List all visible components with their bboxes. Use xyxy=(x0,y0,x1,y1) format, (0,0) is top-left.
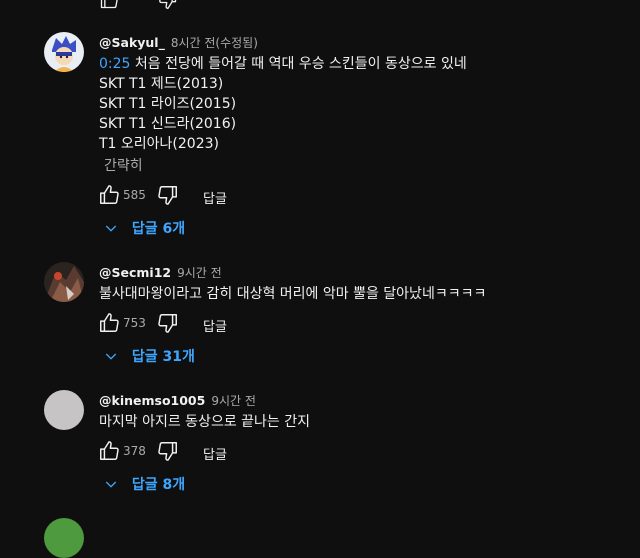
comment-line: SKT T1 제드(2013) xyxy=(99,76,224,92)
comment-line: SKT T1 라이즈(2015) xyxy=(99,96,237,112)
avatar[interactable] xyxy=(44,32,84,72)
comment-header: @kinemso1005 9시간 전 xyxy=(99,392,256,409)
chevron-down-icon xyxy=(105,353,117,360)
reply-button[interactable]: 답글 xyxy=(203,444,227,463)
comment-text: 불사대마왕이라고 감히 대상혁 머리에 악마 뿔을 달아났네ㅋㅋㅋㅋ xyxy=(99,284,486,304)
like-count: 585 xyxy=(123,188,146,202)
dislike-icon[interactable] xyxy=(157,312,179,338)
chevron-down-icon xyxy=(105,481,117,488)
comment-time[interactable]: 9시간 전 xyxy=(177,266,222,280)
comment-actions: 753 답글 xyxy=(0,312,640,336)
dislike-icon[interactable] xyxy=(157,0,179,14)
like-icon[interactable] xyxy=(98,184,120,210)
reply-button[interactable]: 답글 xyxy=(203,316,227,335)
replies-label: 답글 31개 xyxy=(131,349,195,365)
chevron-down-icon xyxy=(105,225,117,232)
timestamp-link[interactable]: 0:25 xyxy=(99,56,130,72)
comment-line-text: 처음 전당에 들어갈 때 역대 우승 스킨들이 동상으로 있네 xyxy=(130,56,467,72)
view-replies-button[interactable]: 답글 6개 xyxy=(103,218,185,240)
like-icon[interactable] xyxy=(98,312,120,338)
view-replies-button[interactable]: 답글 8개 xyxy=(103,474,185,496)
replies-label: 답글 6개 xyxy=(131,221,186,237)
author-name[interactable]: @Sakyul_ xyxy=(99,35,165,50)
like-count: 378 xyxy=(123,444,146,458)
reply-button[interactable]: 답글 xyxy=(203,0,227,3)
replies-label: 답글 8개 xyxy=(131,477,186,493)
avatar[interactable] xyxy=(44,518,84,558)
like-icon[interactable] xyxy=(98,0,120,14)
author-name[interactable]: @kinemso1005 xyxy=(99,393,205,408)
comment-time[interactable]: 8시간 전(수정됨) xyxy=(171,36,258,50)
comment-actions: 378 답글 xyxy=(0,440,640,464)
comment-actions: 585 답글 xyxy=(0,184,640,208)
reply-button[interactable]: 답글 xyxy=(203,188,227,207)
previous-comment-actions: 100 답글 xyxy=(0,0,640,10)
comment-header: @Secmi12 9시간 전 xyxy=(99,264,222,281)
show-less-button[interactable]: 간략히 xyxy=(104,155,143,175)
like-count: 753 xyxy=(123,316,146,330)
comment-line: 불사대마왕이라고 감히 대상혁 머리에 악마 뿔을 달아났네ㅋㅋㅋㅋ xyxy=(99,286,487,302)
comment-text: 0:25 처음 전당에 들어갈 때 역대 우승 스킨들이 동상으로 있네 SKT… xyxy=(99,54,467,154)
comment-text: 마지막 아지르 동상으로 끝나는 간지 xyxy=(99,412,310,432)
comment-line: 마지막 아지르 동상으로 끝나는 간지 xyxy=(99,414,310,430)
like-icon[interactable] xyxy=(98,440,120,466)
comment-line: T1 오리아나(2023) xyxy=(99,136,219,152)
comment-line: SKT T1 신드라(2016) xyxy=(99,116,237,132)
view-replies-button[interactable]: 답글 31개 xyxy=(103,346,195,368)
avatar[interactable] xyxy=(44,262,84,302)
comment-header: @Sakyul_ 8시간 전(수정됨) xyxy=(99,34,258,51)
dislike-icon[interactable] xyxy=(157,440,179,466)
comment-line: 0:25 처음 전당에 들어갈 때 역대 우승 스킨들이 동상으로 있네 xyxy=(99,54,467,74)
author-name[interactable]: @Secmi12 xyxy=(99,265,171,280)
avatar[interactable] xyxy=(44,390,84,430)
dislike-icon[interactable] xyxy=(157,184,179,210)
comment-time[interactable]: 9시간 전 xyxy=(211,394,256,408)
